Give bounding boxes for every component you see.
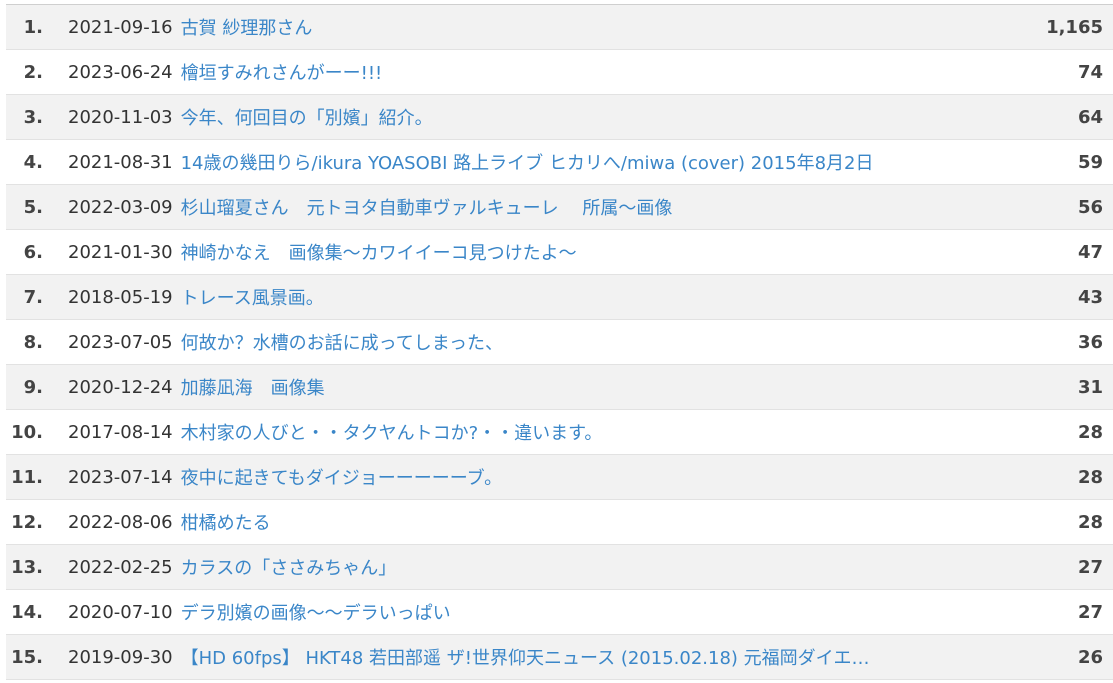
rank-number: 3. xyxy=(23,106,43,128)
rank-number: 15. xyxy=(11,646,43,668)
view-count: 47 xyxy=(1077,241,1103,263)
post-date: 2020-12-24 xyxy=(68,376,173,398)
rank-number: 13. xyxy=(11,556,43,578)
ranking-row: 1. 2021-09-16 古賀 紗理那さん 1,165 xyxy=(6,5,1113,50)
post-date: 2019-09-30 xyxy=(68,646,173,668)
post-date: 2021-08-31 xyxy=(68,151,173,173)
view-count: 1,165 xyxy=(1046,16,1103,38)
post-title-link[interactable]: 木村家の人びと・・タクヤんトコか?・・違います。 xyxy=(181,419,1013,445)
rank-number: 12. xyxy=(11,511,43,533)
post-title-link[interactable]: 柑橘めたる xyxy=(181,509,1013,535)
view-count: 43 xyxy=(1077,286,1103,308)
rank-number: 1. xyxy=(23,16,43,38)
post-title-link[interactable]: カラスの「ささみちゃん」 xyxy=(181,554,1013,580)
rank-number: 7. xyxy=(23,286,43,308)
view-count: 56 xyxy=(1077,196,1103,218)
post-date: 2023-07-05 xyxy=(68,331,173,353)
post-title-link[interactable]: トレース風景画。 xyxy=(181,284,1013,310)
ranking-row: 5. 2022-03-09 杉山瑠夏さん 元トヨタ自動車ヴァルキューレ 所属～画… xyxy=(6,185,1113,230)
rank-number: 10. xyxy=(11,421,43,443)
post-date: 2022-02-25 xyxy=(68,556,173,578)
ranking-row: 8. 2023-07-05 何故か？水槽のお話に成ってしまった、 36 xyxy=(6,320,1113,365)
view-count: 59 xyxy=(1077,151,1103,173)
post-title-link[interactable]: デラ別嬪の画像～～デラいっぱい xyxy=(181,599,1013,625)
view-count: 64 xyxy=(1077,106,1103,128)
rank-number: 11. xyxy=(11,466,43,488)
rank-number: 5. xyxy=(23,196,43,218)
ranking-row: 15. 2019-09-30 【HD 60fps】 HKT48 若田部遥 ザ!世… xyxy=(6,635,1113,680)
post-title-link[interactable]: 14歳の幾田りら/ikura YOASOBI 路上ライブ ヒカリへ/miwa (… xyxy=(181,149,1013,175)
post-date: 2022-03-09 xyxy=(68,196,173,218)
post-title-link[interactable]: 古賀 紗理那さん xyxy=(181,14,1013,40)
post-title-link[interactable]: 檜垣すみれさんがーー!!! xyxy=(181,59,1013,85)
ranking-row: 4. 2021-08-31 14歳の幾田りら/ikura YOASOBI 路上ラ… xyxy=(6,140,1113,185)
rank-number: 6. xyxy=(23,241,43,263)
post-date: 2023-07-14 xyxy=(68,466,173,488)
post-date: 2017-08-14 xyxy=(68,421,173,443)
view-count: 28 xyxy=(1077,511,1103,533)
post-date: 2021-01-30 xyxy=(68,241,173,263)
ranking-row: 12. 2022-08-06 柑橘めたる 28 xyxy=(6,500,1113,545)
post-date: 2023-06-24 xyxy=(68,61,173,83)
view-count: 28 xyxy=(1077,421,1103,443)
post-title-link[interactable]: 【HD 60fps】 HKT48 若田部遥 ザ!世界仰天ニュース (2015.0… xyxy=(181,644,1013,670)
ranking-list: 1. 2021-09-16 古賀 紗理那さん 1,165 2. 2023-06-… xyxy=(6,4,1113,680)
ranking-row: 10. 2017-08-14 木村家の人びと・・タクヤんトコか?・・違います。 … xyxy=(6,410,1113,455)
post-date: 2021-09-16 xyxy=(68,16,173,38)
ranking-row: 7. 2018-05-19 トレース風景画。 43 xyxy=(6,275,1113,320)
post-title-link[interactable]: 何故か？水槽のお話に成ってしまった、 xyxy=(181,329,1013,355)
post-title-link[interactable]: 夜中に起きてもダイジョーーーーーブ。 xyxy=(181,464,1013,490)
view-count: 28 xyxy=(1077,466,1103,488)
post-date: 2018-05-19 xyxy=(68,286,173,308)
view-count: 74 xyxy=(1077,61,1103,83)
ranking-row: 2. 2023-06-24 檜垣すみれさんがーー!!! 74 xyxy=(6,50,1113,95)
rank-number: 8. xyxy=(23,331,43,353)
post-title-link[interactable]: 今年、何回目の「別嬪」紹介。 xyxy=(181,104,1013,130)
post-date: 2020-07-10 xyxy=(68,601,173,623)
post-title-link[interactable]: 杉山瑠夏さん 元トヨタ自動車ヴァルキューレ 所属～画像 xyxy=(181,194,1013,220)
rank-number: 14. xyxy=(11,601,43,623)
view-count: 31 xyxy=(1077,376,1103,398)
ranking-row: 11. 2023-07-14 夜中に起きてもダイジョーーーーーブ。 28 xyxy=(6,455,1113,500)
ranking-row: 13. 2022-02-25 カラスの「ささみちゃん」 27 xyxy=(6,545,1113,590)
rank-number: 4. xyxy=(23,151,43,173)
post-date: 2020-11-03 xyxy=(68,106,173,128)
view-count: 27 xyxy=(1077,556,1103,578)
ranking-row: 3. 2020-11-03 今年、何回目の「別嬪」紹介。 64 xyxy=(6,95,1113,140)
ranking-row: 9. 2020-12-24 加藤凪海 画像集 31 xyxy=(6,365,1113,410)
post-date: 2022-08-06 xyxy=(68,511,173,533)
view-count: 36 xyxy=(1077,331,1103,353)
view-count: 27 xyxy=(1077,601,1103,623)
ranking-row: 14. 2020-07-10 デラ別嬪の画像～～デラいっぱい 27 xyxy=(6,590,1113,635)
post-title-link[interactable]: 神崎かなえ 画像集～カワイイーコ見つけたよ～ xyxy=(181,239,1013,265)
post-title-link[interactable]: 加藤凪海 画像集 xyxy=(181,374,1013,400)
view-count: 26 xyxy=(1077,646,1103,668)
rank-number: 2. xyxy=(23,61,43,83)
rank-number: 9. xyxy=(23,376,43,398)
ranking-row: 6. 2021-01-30 神崎かなえ 画像集～カワイイーコ見つけたよ～ 47 xyxy=(6,230,1113,275)
